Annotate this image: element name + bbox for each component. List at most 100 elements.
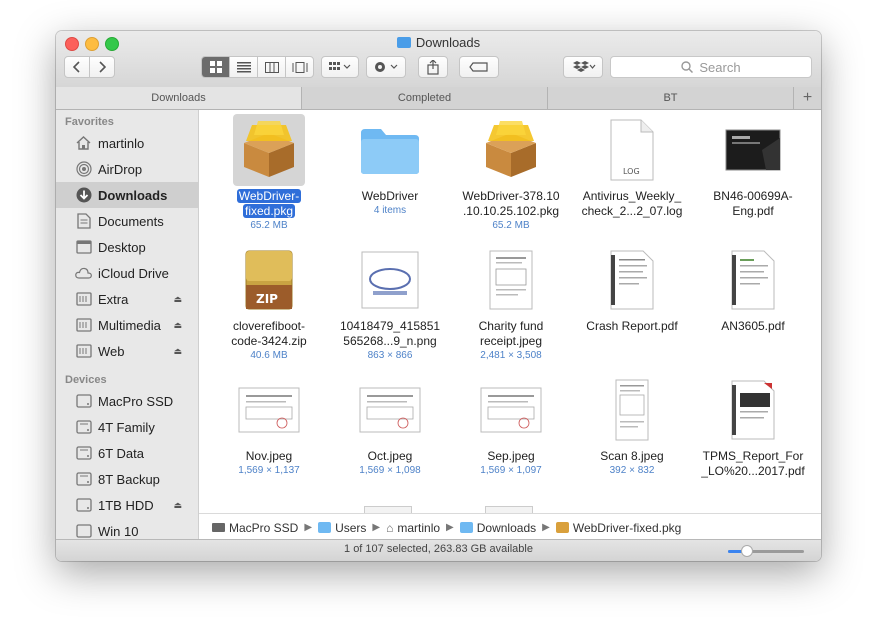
new-tab-button[interactable]: + bbox=[794, 87, 821, 109]
chevron-right-icon: ▶ bbox=[304, 522, 313, 533]
file-meta: 40.6 MB bbox=[250, 350, 288, 361]
file-meta: 65.2 MB bbox=[492, 220, 530, 231]
share-button[interactable] bbox=[418, 56, 448, 78]
file-item[interactable]: Crash Report.pdf bbox=[572, 244, 692, 334]
icon-view-button[interactable] bbox=[202, 57, 230, 77]
sidebar-item-1tb-hdd[interactable]: 1TB HDD ⏏ bbox=[56, 492, 198, 518]
devices-header: Devices bbox=[65, 374, 107, 386]
home-icon: ⌂ bbox=[386, 520, 394, 535]
sidebar-item-label: Web bbox=[98, 343, 125, 359]
file-name: Antivirus_Weekly_ check_2...2_07.log bbox=[581, 189, 683, 218]
image-thumbnail[interactable] bbox=[485, 506, 533, 513]
tab-completed[interactable]: Completed bbox=[302, 87, 548, 109]
action-button[interactable] bbox=[366, 56, 406, 78]
file-item[interactable]: WebDriver-fixed.pkg 65.2 MB bbox=[209, 114, 329, 233]
sidebar: Favorites martinlo AirDrop Downloads Doc… bbox=[56, 110, 199, 541]
airdrop-icon bbox=[75, 161, 92, 178]
path-item-macpro-ssd[interactable]: MacPro SSD bbox=[212, 521, 298, 535]
external-disk-icon bbox=[75, 445, 92, 462]
disk-icon bbox=[75, 393, 92, 410]
sidebar-item-macpro-ssd[interactable]: MacPro SSD bbox=[56, 388, 198, 414]
file-item[interactable]: Oct.jpeg 1,569 × 1,098 bbox=[330, 374, 450, 478]
file-item[interactable]: Sep.jpeg 1,569 × 1,097 bbox=[451, 374, 571, 478]
file-item[interactable]: Nov.jpeg 1,569 × 1,137 bbox=[209, 374, 329, 478]
tab-bar: Downloads Completed BT + bbox=[56, 87, 821, 110]
eject-icon[interactable]: ⏏ bbox=[173, 346, 182, 357]
file-item[interactable]: WebDriver-378.10.10.10.25.102.pkg 65.2 M… bbox=[451, 114, 571, 233]
file-name: Crash Report.pdf bbox=[586, 319, 678, 333]
slider-knob[interactable] bbox=[741, 545, 753, 557]
arrange-button[interactable] bbox=[321, 56, 359, 78]
sidebar-item-multimedia[interactable]: Multimedia ⏏ bbox=[56, 312, 198, 338]
eject-icon[interactable]: ⏏ bbox=[173, 294, 182, 305]
sidebar-item-6t-data[interactable]: 6T Data bbox=[56, 440, 198, 466]
file-item[interactable]: Scan 8.jpeg 392 × 832 bbox=[572, 374, 692, 478]
package-icon bbox=[555, 522, 569, 533]
dropbox-button[interactable] bbox=[563, 56, 603, 78]
sidebar-item-airdrop[interactable]: AirDrop bbox=[56, 156, 198, 182]
sidebar-item-desktop[interactable]: Desktop bbox=[56, 234, 198, 260]
file-name: Charity fund receipt.jpeg bbox=[478, 319, 544, 348]
eject-icon[interactable]: ⏏ bbox=[173, 500, 182, 511]
column-view-button[interactable] bbox=[258, 57, 286, 77]
folder-icon bbox=[354, 114, 426, 186]
tab-bt[interactable]: BT bbox=[548, 87, 794, 109]
toolbar: Downloads Search bbox=[56, 31, 821, 88]
file-name: cloverefiboot-code-3424.zip bbox=[231, 319, 307, 348]
sidebar-item-win-10[interactable]: Win 10 bbox=[56, 518, 198, 541]
sidebar-item-downloads[interactable]: Downloads bbox=[56, 182, 198, 208]
sidebar-item-web[interactable]: Web ⏏ bbox=[56, 338, 198, 364]
desktop-icon bbox=[75, 239, 92, 256]
path-item-martinlo[interactable]: ⌂ martinlo bbox=[386, 521, 440, 535]
search-icon bbox=[681, 61, 694, 73]
sidebar-item-label: 1TB HDD bbox=[98, 497, 154, 513]
external-disk-icon bbox=[75, 471, 92, 488]
back-button[interactable] bbox=[64, 56, 90, 78]
cloud-icon bbox=[75, 265, 92, 282]
sidebar-item-label: Extra bbox=[98, 291, 129, 307]
forward-button[interactable] bbox=[89, 56, 115, 78]
sidebar-item-4t-family[interactable]: 4T Family bbox=[56, 414, 198, 440]
tags-button[interactable] bbox=[459, 56, 499, 78]
eject-icon[interactable]: ⏏ bbox=[173, 320, 182, 331]
pdf-thumbnail bbox=[596, 244, 668, 316]
svg-text:LOG: LOG bbox=[623, 167, 640, 176]
file-meta: 1,569 × 1,137 bbox=[238, 465, 300, 476]
file-item[interactable]: Charity fund receipt.jpeg 2,481 × 3,508 bbox=[451, 244, 571, 363]
sidebar-item-martinlo[interactable]: martinlo bbox=[56, 130, 198, 156]
file-item[interactable]: ZIP cloverefiboot-code-3424.zip 40.6 MB bbox=[209, 244, 329, 363]
icon-size-slider[interactable] bbox=[728, 545, 804, 557]
sidebar-item-label: 4T Family bbox=[98, 419, 155, 435]
search-field[interactable]: Search bbox=[610, 56, 812, 78]
path-item-users[interactable]: Users bbox=[318, 521, 366, 535]
sidebar-item-extra[interactable]: Extra ⏏ bbox=[56, 286, 198, 312]
sidebar-item-icloud-drive[interactable]: iCloud Drive bbox=[56, 260, 198, 286]
disk-icon bbox=[75, 523, 92, 540]
file-item[interactable]: 10418479_415851 565268...9_n.png 863 × 86… bbox=[330, 244, 450, 363]
file-item[interactable]: LOG Antivirus_Weekly_ check_2...2_07.log bbox=[572, 114, 692, 219]
image-thumbnail bbox=[233, 374, 305, 446]
sidebar-item-label: MacPro SSD bbox=[98, 393, 174, 409]
package-icon bbox=[233, 114, 305, 186]
tab-downloads[interactable]: Downloads bbox=[56, 87, 302, 109]
folder-icon bbox=[318, 522, 332, 533]
sidebar-item-documents[interactable]: Documents bbox=[56, 208, 198, 234]
file-name: TPMS_Report_For _LO%20...2017.pdf bbox=[701, 449, 805, 478]
network-drive-icon bbox=[75, 343, 92, 360]
file-item[interactable]: TPMS_Report_For _LO%20...2017.pdf bbox=[693, 374, 813, 479]
coverflow-view-button[interactable] bbox=[286, 57, 313, 77]
sidebar-item-8t-backup[interactable]: 8T Backup bbox=[56, 466, 198, 492]
file-item[interactable]: AN3605.pdf bbox=[693, 244, 813, 334]
image-thumbnail[interactable] bbox=[364, 506, 412, 513]
path-item-webdriver-fixed[interactable]: WebDriver-fixed.pkg bbox=[555, 521, 681, 535]
network-drive-icon bbox=[75, 317, 92, 334]
file-name: 10418479_415851 565268...9_n.png bbox=[339, 319, 441, 348]
path-item-downloads[interactable]: Downloads bbox=[459, 521, 536, 535]
tab-label: BT bbox=[663, 92, 678, 104]
file-item[interactable]: BN46-00699A- Eng.pdf bbox=[693, 114, 813, 219]
path-item-label: MacPro SSD bbox=[229, 520, 299, 535]
list-view-button[interactable] bbox=[230, 57, 258, 77]
file-item[interactable]: WebDriver 4 items bbox=[330, 114, 450, 218]
chevron-right-icon: ▶ bbox=[446, 522, 454, 533]
file-meta: 1,569 × 1,097 bbox=[480, 465, 542, 476]
